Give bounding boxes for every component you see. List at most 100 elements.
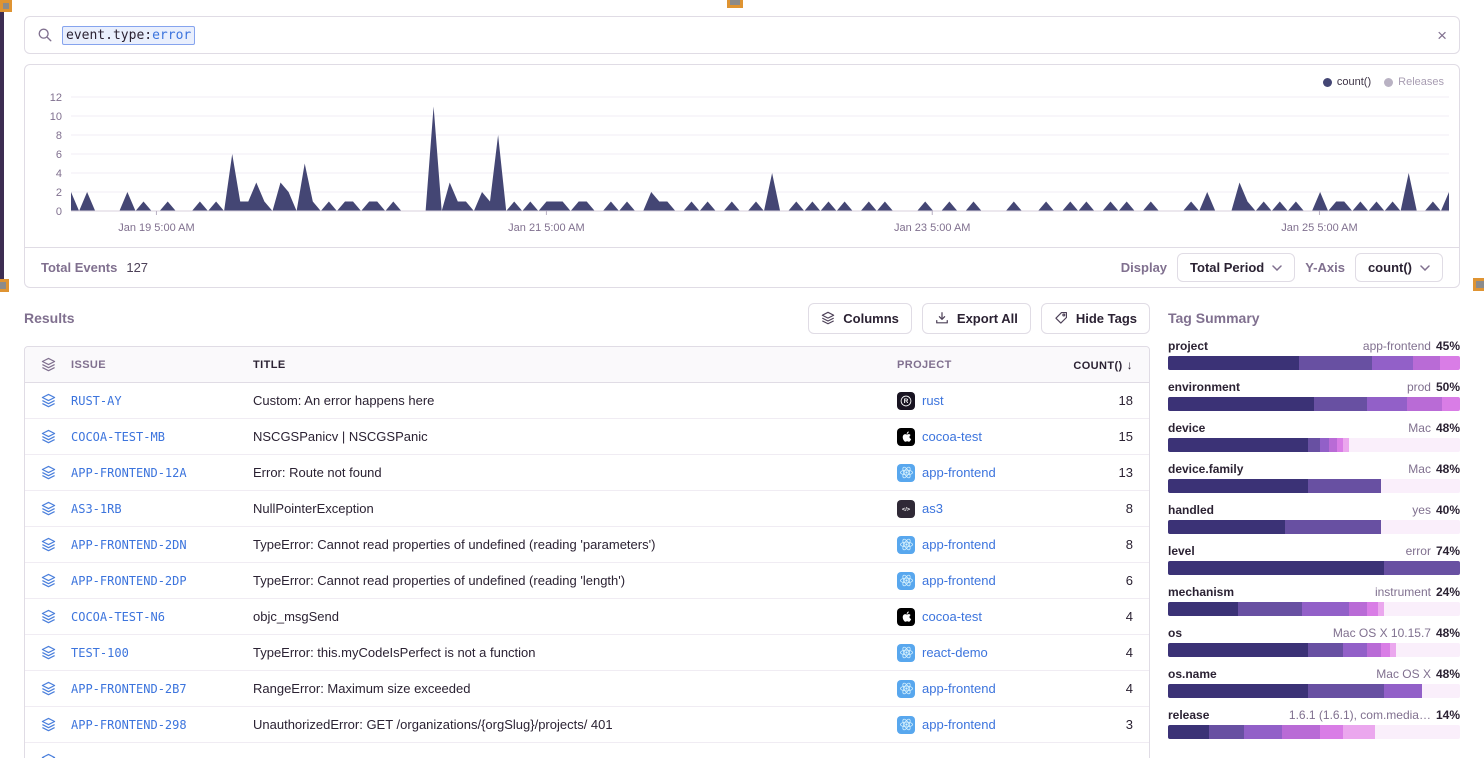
tag-bar-segment-other[interactable] xyxy=(1381,479,1460,493)
table-row[interactable]: COCOA-TEST-N6 objc_msgSend cocoa-test 4 xyxy=(25,599,1149,635)
tag-bar-segment-other[interactable] xyxy=(1422,684,1460,698)
tag-bar-segment[interactable] xyxy=(1413,356,1439,370)
issue-link[interactable]: APP-FRONTEND-2DP xyxy=(71,574,187,588)
export-all-button[interactable]: Export All xyxy=(922,303,1031,334)
issue-stack-column-header[interactable] xyxy=(25,357,71,372)
project-link[interactable]: app-frontend xyxy=(922,573,996,588)
tag-bar-segment-other[interactable] xyxy=(1349,438,1460,452)
table-row[interactable]: APP-FRONTEND-2DN TypeError: Cannot read … xyxy=(25,527,1149,563)
issue-link[interactable]: COCOA-TEST-N6 xyxy=(71,610,165,624)
table-row[interactable]: APP-FRONTEND-298 UnauthorizedError: GET … xyxy=(25,707,1149,743)
tag-bar-segment[interactable] xyxy=(1168,684,1308,698)
tag-bar-segment[interactable] xyxy=(1314,397,1367,411)
tag-bar-segment[interactable] xyxy=(1244,725,1282,739)
project-link[interactable]: as3 xyxy=(922,501,943,516)
tag-bar-segment-other[interactable] xyxy=(1396,643,1460,657)
tag-bar-segment[interactable] xyxy=(1285,520,1381,534)
tag-bar-segment[interactable] xyxy=(1384,684,1422,698)
tag-name[interactable]: device.family xyxy=(1168,462,1243,476)
tag-bar-segment[interactable] xyxy=(1372,356,1413,370)
tag-bar-segment[interactable] xyxy=(1440,356,1460,370)
issue-link[interactable]: APP-FRONTEND-12A xyxy=(71,466,187,480)
tag-bar-segment-other[interactable] xyxy=(1381,520,1460,534)
column-header-project[interactable]: PROJECT xyxy=(897,359,1065,371)
table-row[interactable]: COCOA-TEST-MB NSCGSPanicv | NSCGSPanic c… xyxy=(25,419,1149,455)
tag-name[interactable]: project xyxy=(1168,339,1208,353)
issue-link[interactable]: APP-FRONTEND-2DN xyxy=(71,538,187,552)
project-link[interactable]: app-frontend xyxy=(922,717,996,732)
tag-bar-segment[interactable] xyxy=(1168,479,1308,493)
issue-link[interactable]: COCOA-TEST-MB xyxy=(71,430,165,444)
display-dropdown[interactable]: Total Period xyxy=(1177,253,1295,282)
tag-name[interactable]: handled xyxy=(1168,503,1214,517)
issue-link[interactable]: APP-FRONTEND-298 xyxy=(71,718,187,732)
table-row[interactable]: TEST-100 TypeError: this.myCodeIsPerfect… xyxy=(25,635,1149,671)
tag-bar-segment[interactable] xyxy=(1168,561,1384,575)
tag-name[interactable]: environment xyxy=(1168,380,1240,394)
table-row[interactable]: APP-FRONTEND-2DP TypeError: Cannot read … xyxy=(25,563,1149,599)
tag-bar-segment-other[interactable] xyxy=(1384,602,1460,616)
tag-bar-segment[interactable] xyxy=(1282,725,1320,739)
tag-bar-segment[interactable] xyxy=(1168,643,1308,657)
project-link[interactable]: app-frontend xyxy=(922,537,996,552)
tag-name[interactable]: os.name xyxy=(1168,667,1217,681)
clear-search-icon[interactable]: × xyxy=(1437,27,1447,44)
tag-bar-segment[interactable] xyxy=(1361,725,1376,739)
tag-bar-segment[interactable] xyxy=(1168,602,1238,616)
tag-bar-segment[interactable] xyxy=(1308,438,1320,452)
issue-link[interactable]: APP-FRONTEND-2B7 xyxy=(71,682,187,696)
issue-link[interactable]: TEST-100 xyxy=(71,646,129,660)
tag-bar-segment[interactable] xyxy=(1238,602,1302,616)
project-link[interactable]: app-frontend xyxy=(922,465,996,480)
hide-tags-button[interactable]: Hide Tags xyxy=(1041,303,1150,334)
legend-item-releases[interactable]: Releases xyxy=(1384,76,1444,88)
tag-bar-segment[interactable] xyxy=(1343,643,1366,657)
tag-bar-segment[interactable] xyxy=(1168,438,1308,452)
tag-bar-segment[interactable] xyxy=(1168,520,1285,534)
tag-bar-segment[interactable] xyxy=(1168,356,1299,370)
tag-bar-segment[interactable] xyxy=(1407,397,1442,411)
tag-bar-segment[interactable] xyxy=(1308,684,1384,698)
table-row[interactable]: APP-FRONTEND-2B7 RangeError: Maximum siz… xyxy=(25,671,1149,707)
tag-bar-segment[interactable] xyxy=(1384,561,1460,575)
tag-bar-segment[interactable] xyxy=(1320,438,1329,452)
search-bar[interactable]: event.type:error × xyxy=(24,16,1460,54)
search-query-token[interactable]: event.type:error xyxy=(62,26,195,45)
tag-bar-segment[interactable] xyxy=(1320,725,1343,739)
tag-name[interactable]: level xyxy=(1168,544,1195,558)
table-row[interactable]: AS3-1RB NullPointerException </> as3 8 xyxy=(25,491,1149,527)
tag-bar-segment[interactable] xyxy=(1308,643,1343,657)
legend-item-count[interactable]: count() xyxy=(1323,76,1371,88)
tag-bar-segment[interactable] xyxy=(1168,725,1209,739)
tag-name[interactable]: release xyxy=(1168,708,1209,722)
project-link[interactable]: react-demo xyxy=(922,645,988,660)
project-link[interactable]: cocoa-test xyxy=(922,429,982,444)
tag-name[interactable]: os xyxy=(1168,626,1182,640)
tag-bar-segment[interactable] xyxy=(1442,397,1460,411)
columns-button[interactable]: Columns xyxy=(808,303,912,334)
tag-name[interactable]: mechanism xyxy=(1168,585,1234,599)
project-link[interactable]: rust xyxy=(922,393,944,408)
tag-bar-segment[interactable] xyxy=(1381,643,1390,657)
column-header-issue[interactable]: ISSUE xyxy=(71,359,253,371)
tag-bar-segment[interactable] xyxy=(1349,602,1367,616)
project-link[interactable]: cocoa-test xyxy=(922,609,982,624)
project-link[interactable]: app-frontend xyxy=(922,681,996,696)
tag-bar-segment[interactable] xyxy=(1209,725,1244,739)
tag-bar-segment[interactable] xyxy=(1308,479,1381,493)
y-axis-dropdown[interactable]: count() xyxy=(1355,253,1443,282)
tag-bar-segment[interactable] xyxy=(1329,438,1338,452)
column-header-count[interactable]: COUNT()↓ xyxy=(1065,358,1149,372)
issue-link[interactable]: RUST-AY xyxy=(71,394,122,408)
tag-name[interactable]: device xyxy=(1168,421,1205,435)
tag-bar-segment[interactable] xyxy=(1302,602,1349,616)
table-row[interactable]: APP-FRONTEND-12A Error: Route not found … xyxy=(25,455,1149,491)
tag-bar-segment[interactable] xyxy=(1367,602,1379,616)
issue-link[interactable]: AS3-1RB xyxy=(71,502,122,516)
tag-bar-segment[interactable] xyxy=(1367,643,1382,657)
tag-bar-segment-other[interactable] xyxy=(1375,725,1460,739)
tag-bar-segment[interactable] xyxy=(1367,397,1408,411)
table-row-partial[interactable] xyxy=(25,743,1149,758)
tag-bar-segment[interactable] xyxy=(1343,725,1361,739)
column-header-title[interactable]: TITLE xyxy=(253,359,897,371)
